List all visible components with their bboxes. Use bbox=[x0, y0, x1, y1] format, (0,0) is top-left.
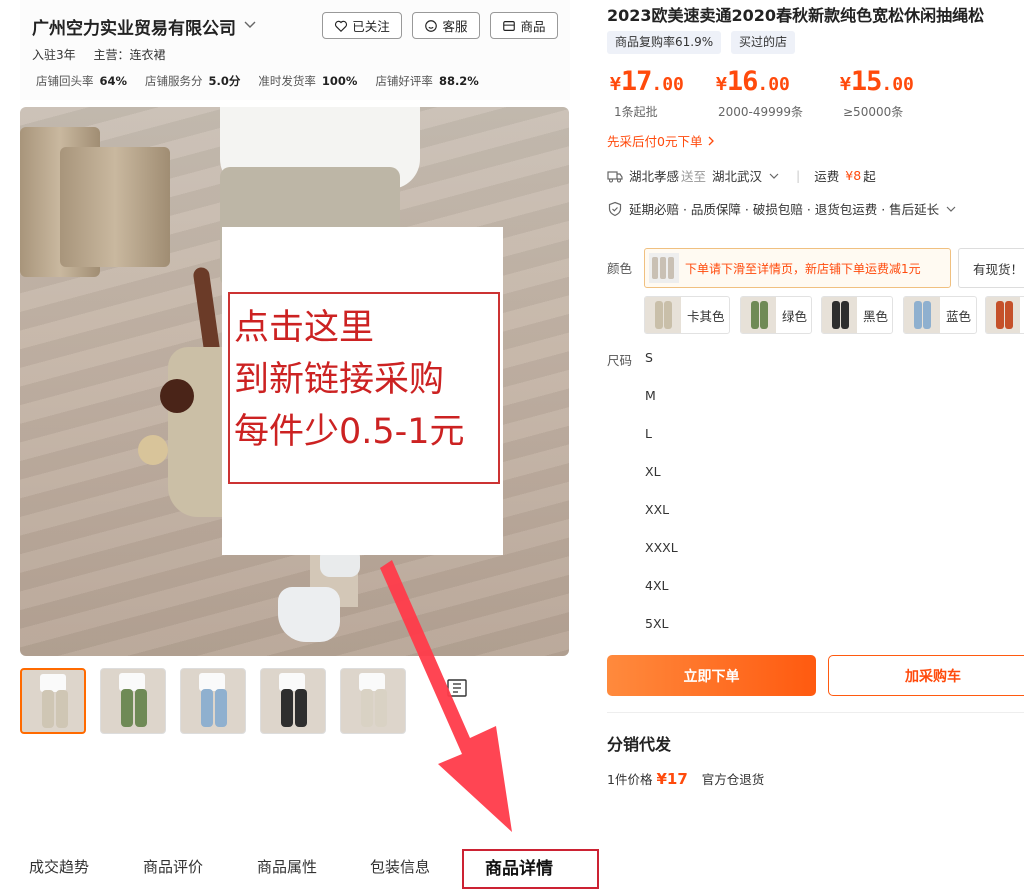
price-tier-condition: 2000-49999条 bbox=[718, 105, 804, 119]
freight-label: 运费 bbox=[814, 169, 840, 184]
price-tier-condition: 1条起批 bbox=[614, 105, 658, 119]
purchased-store-tag: 买过的店 bbox=[731, 31, 796, 54]
store-name[interactable]: 广州空力实业贸易有限公司 bbox=[32, 14, 236, 39]
price-tier: ¥17.00 bbox=[610, 66, 684, 97]
service-guarantees[interactable]: 延期必赔 · 品质保障 · 破损包赔 · 退货包运费 · 售后延长 bbox=[607, 199, 957, 218]
store-stat: 店铺好评率 88.2% bbox=[375, 74, 479, 88]
repurchase-rate-tag: 商品复购率61.9% bbox=[607, 31, 722, 54]
tab-product-details[interactable]: 商品详情 bbox=[485, 854, 553, 879]
distribution-row: 1件价格 ¥17 官方仓退货 bbox=[607, 769, 764, 788]
products-label: 商品 bbox=[520, 19, 546, 34]
thumbnail[interactable] bbox=[340, 668, 406, 734]
swatch-image bbox=[645, 297, 681, 333]
planter-decoration bbox=[60, 147, 170, 267]
add-to-cart-button[interactable]: 加采购车 bbox=[828, 655, 1024, 696]
store-icon bbox=[503, 20, 516, 31]
distribution-title: 分销代发 bbox=[607, 735, 672, 754]
color-option-in-stock[interactable]: 有现货！ bbox=[958, 248, 1024, 288]
color-option-black[interactable]: 黑色 bbox=[821, 296, 893, 334]
size-option[interactable]: M bbox=[645, 388, 656, 403]
color-option-blue[interactable]: 蓝色 bbox=[903, 296, 977, 334]
store-header: 广州空力实业贸易有限公司 入驻3年 主营：连衣裙 店铺回头率 64% 店铺服务分 5… bbox=[20, 0, 570, 100]
size-option[interactable]: 4XL bbox=[645, 578, 668, 593]
tab-reviews[interactable]: 商品评价 bbox=[143, 856, 203, 877]
thumbnail[interactable] bbox=[260, 668, 326, 734]
chevron-down-icon bbox=[946, 206, 956, 212]
store-settled: 入驻3年 bbox=[32, 48, 76, 62]
ship-to-select[interactable]: 湖北武汉 bbox=[712, 166, 762, 185]
swatch-image bbox=[822, 297, 857, 333]
distribution-price-label: 1件价格 bbox=[607, 772, 653, 787]
notice-thumbnail bbox=[649, 253, 679, 283]
thumbnail[interactable] bbox=[20, 668, 86, 734]
size-option[interactable]: L bbox=[645, 426, 652, 441]
store-stat: 店铺回头率 64% bbox=[36, 74, 128, 88]
chevron-right-icon bbox=[709, 136, 715, 145]
chat-smile-icon bbox=[425, 19, 438, 32]
promo-line: 点击这里 bbox=[234, 308, 375, 348]
service-label: 客服 bbox=[442, 19, 468, 34]
model-shoe bbox=[278, 587, 340, 642]
size-option[interactable]: XXXL bbox=[645, 540, 678, 555]
ship-to-label: 送至 bbox=[681, 169, 707, 184]
bag-pompom bbox=[160, 379, 194, 413]
price-tier: ¥15.00 bbox=[840, 66, 914, 97]
follow-button[interactable]: 已关注 bbox=[322, 12, 402, 39]
promo-overlay-box[interactable]: 点击这里 到新链接采购 每件少0.5-1元 bbox=[228, 292, 500, 484]
pay-later-link[interactable]: 先采后付0元下单 bbox=[607, 131, 717, 150]
swatch-image bbox=[986, 297, 1020, 333]
follow-label: 已关注 bbox=[352, 19, 390, 34]
color-option-khaki[interactable]: 卡其色 bbox=[644, 296, 730, 334]
color-label: 颜色 bbox=[607, 261, 633, 276]
video-frame-icon[interactable] bbox=[446, 677, 468, 699]
promo-line: 到新链接采购 bbox=[234, 360, 445, 400]
distribution-returns: 官方仓退货 bbox=[701, 772, 765, 787]
chevron-down-icon[interactable] bbox=[768, 170, 780, 182]
bag-pompom bbox=[138, 435, 168, 465]
thumbnail[interactable] bbox=[100, 668, 166, 734]
heart-check-icon bbox=[335, 20, 348, 32]
divider bbox=[607, 712, 1024, 713]
chevron-down-icon[interactable] bbox=[242, 16, 258, 32]
order-now-button[interactable]: 立即下单 bbox=[607, 655, 816, 696]
freight-fee: ¥8 bbox=[845, 168, 862, 183]
services-text: 延期必赔 · 品质保障 · 破损包赔 · 退货包运费 · 售后延长 bbox=[629, 202, 940, 217]
size-option[interactable]: XL bbox=[645, 464, 661, 479]
truck-icon bbox=[607, 170, 623, 182]
size-label: 尺码 bbox=[607, 353, 633, 368]
shipping-row: 湖北孝感 送至 湖北武汉 | 运费 ¥8 起 bbox=[607, 166, 876, 185]
tab-attributes[interactable]: 商品属性 bbox=[257, 856, 317, 877]
customer-service-button[interactable]: 客服 bbox=[412, 12, 480, 39]
store-products-button[interactable]: 商品 bbox=[490, 12, 558, 39]
promo-line: 每件少0.5-1元 bbox=[234, 412, 465, 452]
color-option-orange[interactable] bbox=[985, 296, 1024, 334]
tab-trade-trend[interactable]: 成交趋势 bbox=[29, 856, 89, 877]
store-stat: 准时发货率 100% bbox=[258, 74, 358, 88]
color-option-notice[interactable]: 下单请下滑至详情页，新店铺下单运费减1元 bbox=[644, 248, 951, 288]
main-product-image[interactable]: 点击这里 到新链接采购 每件少0.5-1元 bbox=[20, 107, 569, 656]
distribution-price: ¥17 bbox=[656, 770, 688, 788]
product-title: 2023欧美速卖通2020春秋新款纯色宽松休闲抽绳松 bbox=[607, 6, 985, 25]
size-option[interactable]: 5XL bbox=[645, 616, 668, 631]
store-meta: 入驻3年 主营：连衣裙 bbox=[32, 46, 165, 63]
freight-suffix: 起 bbox=[863, 169, 876, 184]
shield-check-icon bbox=[608, 201, 622, 216]
swatch-image bbox=[904, 297, 940, 333]
ship-from: 湖北孝感 bbox=[629, 169, 680, 184]
price-tier-condition: ≥50000条 bbox=[843, 105, 904, 119]
thumbnail-strip bbox=[20, 668, 406, 734]
color-option-green[interactable]: 绿色 bbox=[740, 296, 812, 334]
notice-text: 下单请下滑至详情页，新店铺下单运费减1元 bbox=[685, 261, 921, 276]
thumbnail[interactable] bbox=[180, 668, 246, 734]
tab-packaging[interactable]: 包装信息 bbox=[370, 856, 430, 877]
swatch-image bbox=[741, 297, 776, 333]
store-main-category: 主营：连衣裙 bbox=[93, 48, 166, 62]
size-option[interactable]: S bbox=[645, 350, 653, 365]
price-tier: ¥16.00 bbox=[716, 66, 790, 97]
size-option[interactable]: XXL bbox=[645, 502, 669, 517]
store-stat: 店铺服务分 5.0分 bbox=[145, 74, 241, 88]
store-stats: 店铺回头率 64% 店铺服务分 5.0分 准时发货率 100% 店铺好评率 88.2% bbox=[36, 73, 479, 89]
detail-tabs: 成交趋势 商品评价 商品属性 包装信息 商品详情 bbox=[0, 840, 610, 890]
